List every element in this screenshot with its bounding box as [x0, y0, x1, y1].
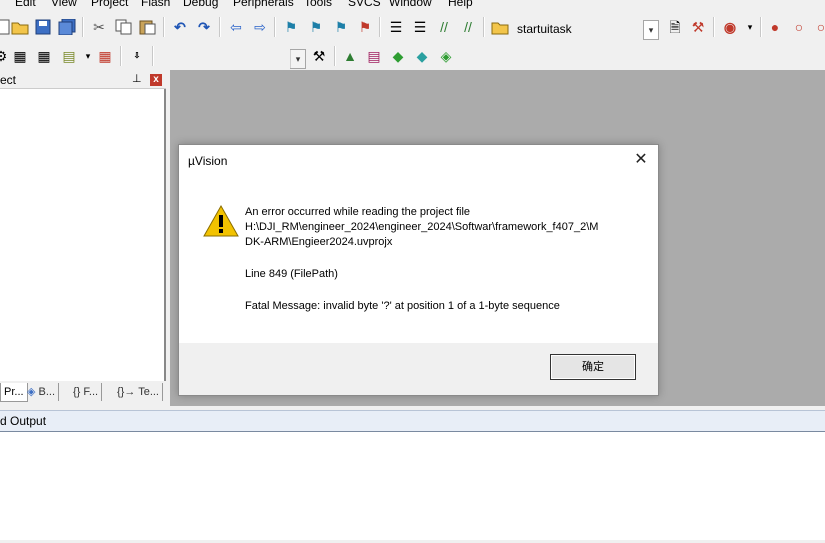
select-software-icon[interactable]: ◆ [388, 46, 408, 66]
warning-icon [203, 205, 239, 237]
dialog-footer: 确定 [179, 343, 658, 395]
error-line-info: Line 849 (FilePath) [245, 268, 338, 280]
target-options-icon[interactable]: ⚒ [309, 46, 329, 66]
menu-svcs[interactable]: SVCS [348, 0, 381, 9]
uncomment-icon[interactable]: // [458, 17, 478, 37]
menu-help[interactable]: Help [448, 0, 473, 9]
menu-debug[interactable]: Debug [183, 0, 218, 9]
error-dialog: µVision ✕ An error occurred while readin… [178, 144, 659, 396]
save-all-icon[interactable] [57, 17, 77, 37]
prev-bookmark-icon[interactable]: ⚑ [306, 17, 326, 37]
project-panel-header: ect ⊥ x [0, 72, 166, 89]
build-icon[interactable]: ▦ [10, 46, 30, 66]
forward-icon[interactable]: ⇨ [250, 17, 270, 37]
tab-books[interactable]: ◈ B... [24, 383, 60, 401]
find-in-files-icon[interactable] [490, 17, 510, 37]
book-icon: ◈ [27, 386, 36, 398]
unindent-icon[interactable]: ☰ [410, 17, 430, 37]
menu-peripherals[interactable]: Peripherals [233, 0, 294, 9]
menu-project[interactable]: Project [91, 0, 128, 9]
indent-icon[interactable]: ☰ [386, 17, 406, 37]
ok-button[interactable]: 确定 [550, 354, 636, 380]
undo-icon[interactable]: ↶ [170, 17, 190, 37]
rebuild-icon[interactable]: ▦ [34, 46, 54, 66]
dialog-title: µVision [188, 154, 228, 168]
main-toolbar: ✂ ↶ ↷ ⇦ ⇨ ⚑ ⚑ ⚑ ⚑ ☰ ☰ // // startuitask … [0, 12, 825, 42]
tab-templates[interactable]: {}→ Te... [114, 383, 163, 401]
breakpoint-disabled-icon[interactable]: ○ [789, 17, 809, 37]
target-combo-value: startuitask [517, 22, 572, 36]
close-icon[interactable]: x [150, 74, 162, 86]
project-panel-title: ect [0, 73, 17, 87]
open-folder-icon[interactable] [10, 17, 30, 37]
dialog-message: An error occurred while reading the proj… [245, 205, 635, 314]
redo-icon[interactable]: ↷ [194, 17, 214, 37]
project-panel-tabs: Pr... ◈ B... {} F... {}→ Te... [0, 381, 166, 403]
build-toolbar: ⚙ ▦ ▦ ▤ ▾ ▦ ⇩ ▾ ⚒ ▲ ▤ ◆ ◆ ◈ [0, 43, 825, 70]
save-icon[interactable] [33, 17, 53, 37]
config-icon[interactable]: ⚒ [688, 17, 708, 37]
download-icon[interactable]: ⇩ [127, 46, 147, 66]
paste-icon[interactable] [138, 17, 158, 37]
close-icon[interactable]: ✕ [631, 150, 651, 170]
build-output-title: d Output [0, 414, 47, 428]
packs-icon[interactable]: ▤ [364, 46, 384, 66]
menu-view[interactable]: View [51, 0, 77, 9]
menu-bar: Edit View Project Flash Debug Peripheral… [0, 0, 825, 10]
debug-icon[interactable]: ◉ [720, 17, 740, 37]
cut-icon[interactable]: ✂ [89, 17, 109, 37]
next-bookmark-icon[interactable]: ⚑ [331, 17, 351, 37]
error-line-1: An error occurred while reading the proj… [245, 206, 471, 218]
tab-functions[interactable]: {} F... [70, 383, 103, 401]
find-icon[interactable]: 🗎 [665, 17, 685, 37]
menu-tools[interactable]: Tools [304, 0, 332, 9]
target-select[interactable]: ▾ [290, 49, 306, 69]
batch-build-icon[interactable]: ▤ [59, 46, 79, 66]
pack-installer-icon[interactable]: ◆ [412, 46, 432, 66]
error-line-2: H:\DJI_RM\engineer_2024\engineer_2024\So… [245, 221, 599, 233]
menu-edit[interactable]: Edit [15, 0, 36, 9]
rte-icon[interactable]: ◈ [436, 46, 456, 66]
manage-components-icon[interactable]: ▲ [340, 46, 360, 66]
tab-books-label: B... [38, 386, 56, 398]
breakpoint-icon[interactable]: ● [765, 17, 785, 37]
build-output-header: d Output [0, 410, 825, 433]
clear-bookmarks-icon[interactable]: ⚑ [355, 17, 375, 37]
build-output-body[interactable] [0, 432, 825, 540]
menu-window[interactable]: Window [389, 0, 432, 9]
comment-icon[interactable]: // [434, 17, 454, 37]
chevron-down-icon[interactable]: ▾ [643, 20, 659, 40]
chevron-down-icon[interactable]: ▾ [290, 50, 305, 68]
error-line-3: DK-ARM\Engieer2024.uvprojx [245, 236, 393, 248]
chevron-down-icon[interactable]: ▾ [740, 17, 760, 37]
copy-icon[interactable] [114, 17, 134, 37]
stop-build-icon[interactable]: ▦ [95, 46, 115, 66]
pin-icon[interactable]: ⊥ [132, 72, 142, 85]
kill-breakpoints-icon[interactable]: ○ [811, 17, 825, 37]
target-combo[interactable]: startuitask ▾ [513, 20, 659, 40]
project-tree[interactable] [0, 89, 166, 381]
bookmark-icon[interactable]: ⚑ [281, 17, 301, 37]
back-icon[interactable]: ⇦ [226, 17, 246, 37]
menu-flash[interactable]: Flash [141, 0, 170, 9]
error-fatal-message: Fatal Message: invalid byte '?' at posit… [245, 300, 560, 312]
